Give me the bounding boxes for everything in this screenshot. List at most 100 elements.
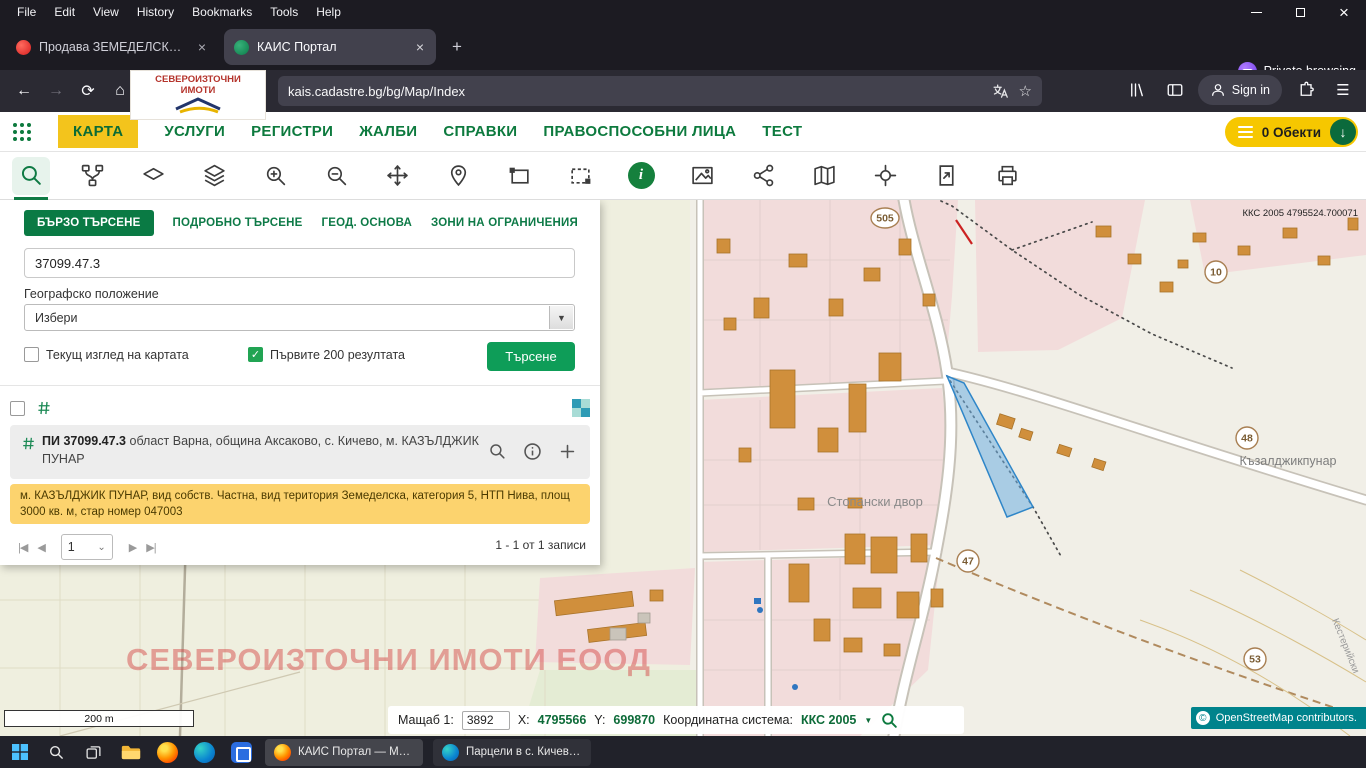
current-view-option[interactable]: Текущ изглед на картата	[24, 347, 189, 362]
select-all-checkbox[interactable]	[10, 401, 25, 416]
osm-attribution[interactable]: © OpenStreetMap contributors.	[1191, 707, 1366, 729]
app-menu-icon[interactable]: ☰	[1328, 75, 1358, 105]
last-page-button[interactable]: ▶|	[146, 541, 155, 554]
tab-quick-search[interactable]: БЪРЗО ТЪРСЕНЕ	[24, 210, 154, 236]
library-icon[interactable]	[1122, 75, 1152, 105]
zoom-to-results-icon[interactable]	[572, 399, 590, 417]
tool-locate[interactable]	[439, 157, 477, 195]
nav-spravki[interactable]: СПРАВКИ	[443, 123, 517, 140]
menu-history[interactable]: History	[128, 5, 183, 19]
bookmark-star-icon[interactable]: ☆	[1019, 82, 1032, 100]
result-actions	[484, 438, 580, 464]
tool-coordinates[interactable]	[866, 157, 904, 195]
first-page-button[interactable]: |◀	[18, 541, 27, 554]
forward-button[interactable]: →	[40, 75, 72, 107]
new-tab-button[interactable]: +	[442, 32, 472, 62]
restore-button[interactable]	[1278, 0, 1322, 24]
tool-info[interactable]: i	[622, 157, 660, 195]
first200-checkbox[interactable]: ✓	[248, 347, 263, 362]
nav-pravosposobni[interactable]: ПРАВОСПОСОБНИ ЛИЦА	[543, 123, 736, 140]
url-bar[interactable]: kais.cadastre.bg/bg/Map/Index ☆	[278, 76, 1042, 106]
file-explorer-button[interactable]	[117, 739, 144, 766]
objects-download-icon[interactable]: ↓	[1330, 119, 1356, 145]
search-input[interactable]	[24, 248, 575, 278]
tool-select-extent[interactable]	[561, 157, 599, 195]
tool-export[interactable]	[927, 157, 965, 195]
pin-icon	[446, 163, 471, 188]
tab-detailed-search[interactable]: ПОДРОБНО ТЪРСЕНЕ	[173, 217, 303, 229]
window-title: Парцели в с. Кичево...	[466, 746, 582, 758]
nav-registri[interactable]: РЕГИСТРИ	[251, 123, 333, 140]
taskbar-window-kais[interactable]: КАИС Портал — Mo...	[265, 739, 423, 766]
menu-edit[interactable]: Edit	[45, 5, 84, 19]
menu-help[interactable]: Help	[307, 5, 350, 19]
layer-icon	[141, 163, 166, 188]
objects-button[interactable]: 0 Обекти ↓	[1225, 117, 1358, 147]
back-button[interactable]: ←	[8, 75, 40, 107]
browser-tab-imot[interactable]: Продава ЗЕМЕДЕЛСКА ЗЕМЯ в ×	[6, 29, 218, 65]
share-icon	[751, 163, 776, 188]
select-caret-icon[interactable]: ▼	[549, 306, 573, 329]
taskbar-window-parceli[interactable]: Парцели в с. Кичево...	[433, 739, 591, 766]
sidebar-icon[interactable]	[1160, 75, 1190, 105]
reload-button[interactable]: ⟳	[72, 75, 104, 107]
tool-select-rect[interactable]	[500, 157, 538, 195]
task-view-button[interactable]	[80, 739, 107, 766]
result-add-icon[interactable]	[554, 438, 580, 464]
agency-logo-text: СЕВЕРОИЗТОЧНИ ИМОТИ	[143, 75, 253, 97]
map-coordinate-readout: ККС 2005 4795524.700071	[1242, 208, 1358, 219]
tab-close-icon[interactable]: ×	[196, 39, 208, 55]
search-button[interactable]: Търсене	[487, 342, 575, 371]
nav-zhalbi[interactable]: ЖАЛБИ	[359, 123, 417, 140]
nav-uslugi[interactable]: УСЛУГИ	[164, 123, 225, 140]
tab-close-icon[interactable]: ×	[414, 39, 426, 55]
tool-basemap[interactable]	[805, 157, 843, 195]
navbar-right: Sign in ☰	[1122, 75, 1358, 105]
firefox-button[interactable]	[154, 739, 181, 766]
blue-app-button[interactable]	[228, 739, 255, 766]
nav-test[interactable]: ТЕСТ	[762, 123, 802, 140]
result-zoom-icon[interactable]	[484, 438, 510, 464]
first200-option[interactable]: ✓ Първите 200 резултата	[248, 347, 405, 362]
tool-zoom-out[interactable]	[317, 157, 355, 195]
translate-icon[interactable]	[992, 83, 1009, 100]
prev-page-button[interactable]: ◀	[37, 541, 44, 554]
tab-restriction-zones[interactable]: ЗОНИ НА ОГРАНИЧЕНИЯ	[431, 217, 578, 229]
result-row[interactable]: ПИ 37099.47.3 област Варна, община Аксак…	[10, 425, 590, 479]
page-select[interactable]: 1 ⌄	[61, 534, 113, 560]
menu-file[interactable]: File	[8, 5, 45, 19]
next-page-button[interactable]: ▶	[129, 541, 136, 554]
signin-button[interactable]: Sign in	[1198, 75, 1282, 105]
menu-tools[interactable]: Tools	[261, 5, 307, 19]
tool-pan[interactable]	[378, 157, 416, 195]
geo-position-select[interactable]: Избери ▼	[24, 304, 575, 331]
tab-geodetic-base[interactable]: ГЕОД. ОСНОВА	[322, 217, 413, 229]
close-button[interactable]: ×	[1322, 0, 1366, 24]
crs-select[interactable]: ККС 2005	[801, 713, 856, 727]
app-grid-icon[interactable]	[12, 122, 32, 142]
menu-bookmarks[interactable]: Bookmarks	[183, 5, 261, 19]
label-kazaldzhikpunar: Къзалджикпунар	[1239, 454, 1336, 468]
taskbar-search-button[interactable]	[43, 739, 70, 766]
start-button[interactable]	[6, 739, 33, 766]
tool-network[interactable]	[73, 157, 111, 195]
tool-layers[interactable]	[195, 157, 233, 195]
extensions-icon[interactable]	[1290, 75, 1320, 105]
tool-print[interactable]	[988, 157, 1026, 195]
edge-button[interactable]	[191, 739, 218, 766]
tool-search[interactable]	[12, 157, 50, 195]
tool-terrain[interactable]	[683, 157, 721, 195]
crs-caret-icon[interactable]: ▼	[864, 716, 872, 725]
result-info-icon[interactable]	[519, 438, 545, 464]
browser-tab-kais[interactable]: КАИС Портал ×	[224, 29, 436, 65]
scale-input[interactable]	[462, 711, 510, 730]
tool-share[interactable]	[744, 157, 782, 195]
tool-zoom-in[interactable]	[256, 157, 294, 195]
tool-layer-flat[interactable]	[134, 157, 172, 195]
nav-karta[interactable]: КАРТА	[58, 115, 138, 148]
minimize-button[interactable]	[1234, 0, 1278, 24]
search-icon	[19, 163, 44, 188]
coordinate-search-icon[interactable]	[880, 711, 899, 730]
menu-view[interactable]: View	[84, 5, 128, 19]
current-view-checkbox[interactable]	[24, 347, 39, 362]
